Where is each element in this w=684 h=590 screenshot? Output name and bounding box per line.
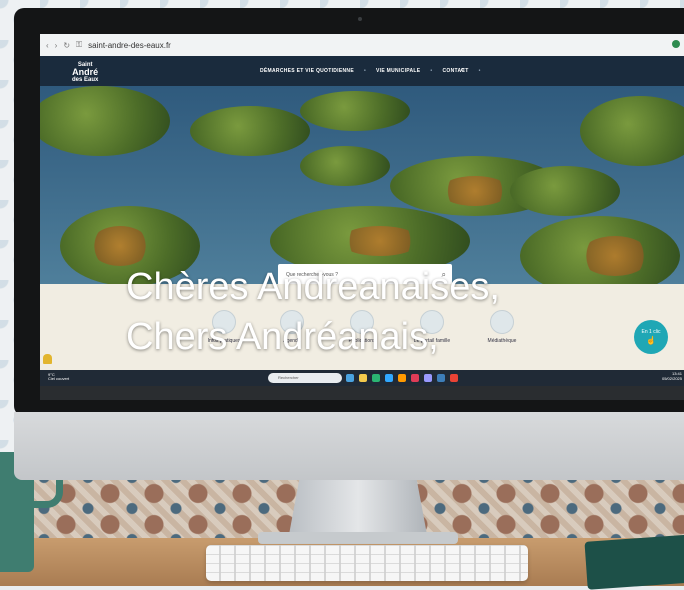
profile-icon[interactable]: [672, 40, 680, 48]
chrome-icon[interactable]: [450, 374, 458, 382]
reed-patch: [440, 176, 510, 206]
monitor-chin: [14, 412, 684, 480]
task-view-icon[interactable]: [346, 374, 354, 382]
forward-arrow-icon[interactable]: ›: [55, 41, 58, 50]
taskbar-apps: [346, 374, 458, 382]
marsh-islet: [300, 146, 390, 186]
reed-patch: [90, 226, 150, 266]
screen-lower-band: [40, 386, 684, 400]
headline-line-2: Chers Andréanais,: [126, 316, 439, 358]
marsh-islet: [300, 91, 410, 131]
nav-separator: •: [478, 68, 481, 74]
logo-text-2: André: [72, 67, 99, 77]
address-bar[interactable]: saint-andre-des-eaux.fr: [88, 41, 171, 50]
clock-date: 05/02/2025: [661, 375, 682, 381]
indesign-icon[interactable]: [411, 374, 419, 382]
marsh-islet: [190, 106, 310, 156]
illustrator-icon[interactable]: [398, 374, 406, 382]
marsh-islet: [40, 86, 170, 156]
bell-icon: [43, 354, 52, 364]
site-header: Saint André des Eaux DÉMARCHES ET VIE QU…: [40, 56, 684, 86]
browser-toolbar: ‹ › ↻ ⚿ saint-andre-des-eaux.fr: [40, 34, 684, 56]
webcam-icon: [358, 17, 362, 21]
taskbar-clock[interactable]: 13:41 05/02/2025: [661, 371, 682, 382]
nav-item-vie-municipale[interactable]: VIE MUNICIPALE: [376, 68, 420, 74]
file-explorer-icon[interactable]: [359, 374, 367, 382]
reload-icon[interactable]: ↻: [63, 41, 70, 50]
keyboard: [206, 545, 528, 581]
monitor-stand-base: [258, 532, 458, 544]
monitor: ‹ › ↻ ⚿ saint-andre-des-eaux.fr Saint An…: [14, 8, 684, 480]
green-book: [584, 534, 684, 590]
edge-icon[interactable]: [372, 374, 380, 382]
weather-widget[interactable]: 9°C Ciel couvert: [48, 372, 70, 382]
search-icon[interactable]: ⌕: [460, 64, 465, 75]
site-logo[interactable]: Saint André des Eaux: [72, 62, 98, 83]
monitor-stand: [288, 480, 428, 540]
main-nav: DÉMARCHES ET VIE QUOTIDIENNE • VIE MUNIC…: [260, 68, 481, 74]
windows-taskbar: 9°C Ciel couvert Rechercher 13:41 05/02/…: [40, 370, 684, 386]
marsh-islet: [580, 96, 684, 166]
nav-item-demarches[interactable]: DÉMARCHES ET VIE QUOTIDIENNE: [260, 68, 354, 74]
weather-text: Ciel couvert: [48, 376, 70, 382]
premiere-icon[interactable]: [424, 374, 432, 382]
photoshop-icon[interactable]: [385, 374, 393, 382]
back-arrow-icon[interactable]: ‹: [46, 41, 49, 50]
taskbar-search[interactable]: Rechercher: [268, 373, 342, 383]
hero-photo-marsh: [40, 86, 684, 284]
reed-patch: [340, 226, 420, 256]
lock-icon: ⚿: [76, 40, 83, 49]
marsh-islet: [510, 166, 620, 216]
nav-separator: •: [430, 68, 433, 74]
outlook-icon[interactable]: [437, 374, 445, 382]
nav-separator: •: [363, 68, 367, 74]
logo-text-3: des Eaux: [72, 77, 99, 83]
headline-line-1: Chères Andreanaises,: [126, 266, 500, 308]
